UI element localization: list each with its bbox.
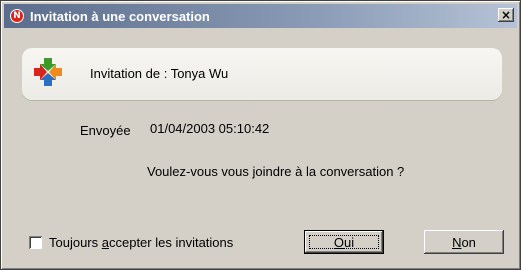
- always-accept-label-mnemonic: a: [101, 235, 109, 250]
- invitation-header-panel: Invitation de : Tonya Wu: [22, 48, 502, 100]
- close-button[interactable]: ×: [498, 8, 514, 22]
- invitation-from-text: Invitation de : Tonya Wu: [90, 66, 229, 81]
- join-question: Voulez-vous vous joindre à la conversati…: [147, 164, 405, 179]
- always-accept-label[interactable]: Toujours accepter les invitations: [49, 235, 233, 250]
- always-accept-checkbox[interactable]: [29, 236, 42, 249]
- four-arrows-icon: [34, 58, 62, 86]
- sent-label: Envoyée: [80, 123, 131, 138]
- no-button-mnemonic: N: [452, 234, 462, 250]
- yes-button[interactable]: Oui: [304, 230, 384, 254]
- dialog-window: N Invitation à une conversation × Invita…: [0, 0, 521, 270]
- no-button[interactable]: Non: [424, 230, 504, 254]
- app-logo-letter: N: [13, 10, 21, 21]
- always-accept-label-suffix: ccepter les invitations: [108, 235, 234, 250]
- close-icon: ×: [500, 8, 512, 22]
- always-accept-option[interactable]: Toujours accepter les invitations: [29, 235, 233, 250]
- sent-timestamp: 01/04/2003 05:10:42: [150, 121, 270, 136]
- no-button-rest: on: [461, 234, 476, 250]
- window-title: Invitation à une conversation: [30, 8, 210, 24]
- app-logo-icon: N: [10, 9, 24, 23]
- title-bar[interactable]: N Invitation à une conversation ×: [4, 4, 517, 28]
- focus-rectangle: [309, 235, 379, 249]
- always-accept-label-prefix: Toujours: [49, 235, 102, 250]
